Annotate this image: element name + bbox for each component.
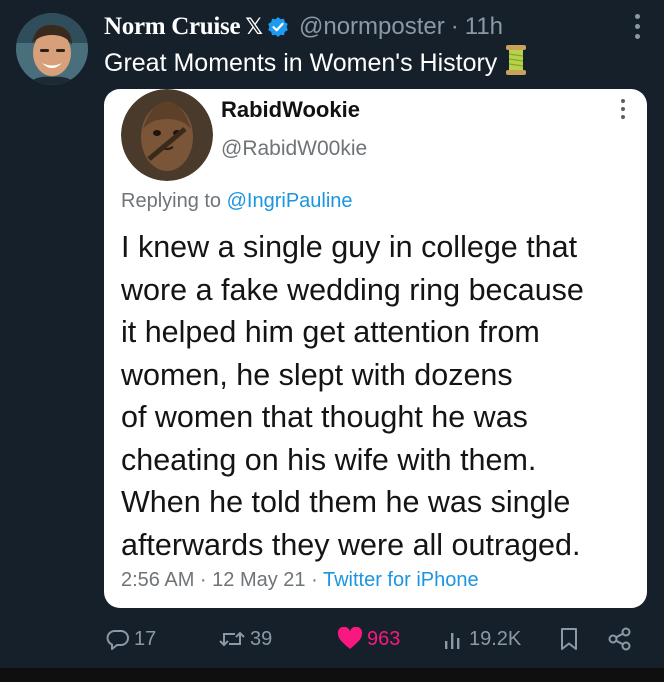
body-line: wore a fake wedding ring because bbox=[121, 272, 584, 307]
body-line: When he told them he was single bbox=[121, 485, 571, 519]
views-button[interactable]: 19.2K bbox=[443, 622, 521, 656]
reply-prefix: Replying to bbox=[121, 190, 222, 212]
post-header: Norm Cruise 𝕏 @normposter · 11h bbox=[104, 10, 624, 44]
x-logo-icon: 𝕏 bbox=[245, 14, 263, 39]
views-icon bbox=[443, 627, 465, 651]
bookmark-button[interactable] bbox=[558, 622, 580, 656]
embedded-name: RabidWookie bbox=[221, 97, 360, 122]
post-text: Great Moments in Women's History bbox=[104, 44, 527, 83]
more-options-icon[interactable] bbox=[632, 14, 642, 44]
embedded-timestamp: 2:56 AM · 12 May 21 · bbox=[121, 569, 318, 591]
reply-count: 17 bbox=[134, 627, 157, 650]
post-text-content: Great Moments in Women's History bbox=[104, 49, 498, 77]
views-count: 19.2K bbox=[469, 627, 522, 650]
like-count: 963 bbox=[367, 627, 401, 650]
embedded-tweet-image[interactable]: RabidWookie @RabidW00kie Replying to @In… bbox=[104, 89, 647, 608]
body-line: afterwards they were all outraged. bbox=[121, 527, 581, 562]
embedded-more-icon bbox=[619, 99, 627, 123]
verified-badge-icon bbox=[267, 16, 289, 38]
share-icon bbox=[607, 626, 633, 652]
embedded-body: I knew a single guy in college that wore… bbox=[121, 226, 641, 566]
author-name[interactable]: Norm Cruise bbox=[104, 13, 241, 41]
bottom-divider bbox=[0, 668, 664, 682]
reply-icon bbox=[106, 627, 130, 651]
embedded-handle: @RabidW00kie bbox=[221, 137, 368, 160]
embedded-meta: 2:56 AM · 12 May 21 · Twitter for iPhone bbox=[121, 569, 479, 592]
embedded-reply-line: Replying to @IngriPauline bbox=[121, 190, 353, 213]
embedded-source: Twitter for iPhone bbox=[322, 569, 479, 591]
reply-button[interactable]: 17 bbox=[106, 622, 156, 656]
thread-spool-icon bbox=[505, 44, 527, 83]
post-time[interactable]: 11h bbox=[465, 13, 503, 41]
repost-icon bbox=[218, 627, 246, 651]
post: Norm Cruise 𝕏 @normposter · 11h Great Mo… bbox=[0, 0, 664, 668]
embedded-avatar bbox=[121, 89, 213, 181]
share-button[interactable] bbox=[607, 622, 633, 656]
like-button[interactable]: 963 bbox=[337, 622, 400, 656]
body-line: women, he slept with dozens bbox=[121, 357, 513, 392]
body-line: cheating on his wife with them. bbox=[121, 442, 537, 477]
body-line: it helped him get attention from bbox=[121, 315, 540, 349]
heart-icon bbox=[337, 627, 363, 651]
author-avatar[interactable] bbox=[16, 13, 88, 85]
action-bar: 17 39 963 19.2K bbox=[104, 622, 644, 656]
body-line: I knew a single guy in college that bbox=[121, 230, 578, 264]
body-line: of women that thought he was bbox=[121, 400, 528, 434]
reply-mention: @IngriPauline bbox=[226, 190, 353, 212]
separator-dot: · bbox=[450, 13, 459, 40]
repost-button[interactable]: 39 bbox=[218, 622, 272, 656]
bookmark-icon bbox=[558, 626, 580, 652]
author-handle[interactable]: @normposter bbox=[299, 13, 445, 41]
repost-count: 39 bbox=[250, 627, 273, 650]
